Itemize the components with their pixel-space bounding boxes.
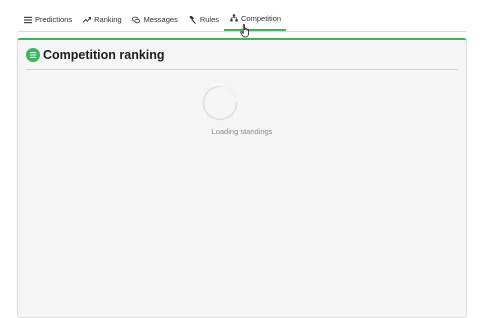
tab-label: Competition [241,13,282,23]
list-badge-icon [26,48,40,62]
tab-predictions[interactable]: Predictions [18,8,77,31]
panel-title: Competition ranking [43,48,165,62]
gavel-icon [188,15,197,24]
tab-label: Messages [143,15,178,24]
loading-spinner-icon [202,85,238,121]
tab-label: Rules [199,15,220,24]
competition-panel: Competition ranking Loading standings [17,38,467,318]
tab-ranking[interactable]: Ranking [77,8,127,31]
list-icon [23,15,32,24]
trending-up-icon [82,15,91,24]
loading-text: Loading standings [211,127,273,136]
hand-cursor-icon [240,24,249,38]
tab-competition[interactable]: Competition [224,7,287,31]
tab-label: Ranking [94,15,122,24]
tab-label: Predictions [35,15,73,24]
sitemap-icon [229,14,238,23]
panel-header: Competition ranking [26,47,458,70]
chat-icon [132,15,141,24]
tab-rules[interactable]: Rules [183,8,224,31]
tab-messages[interactable]: Messages [127,8,183,31]
